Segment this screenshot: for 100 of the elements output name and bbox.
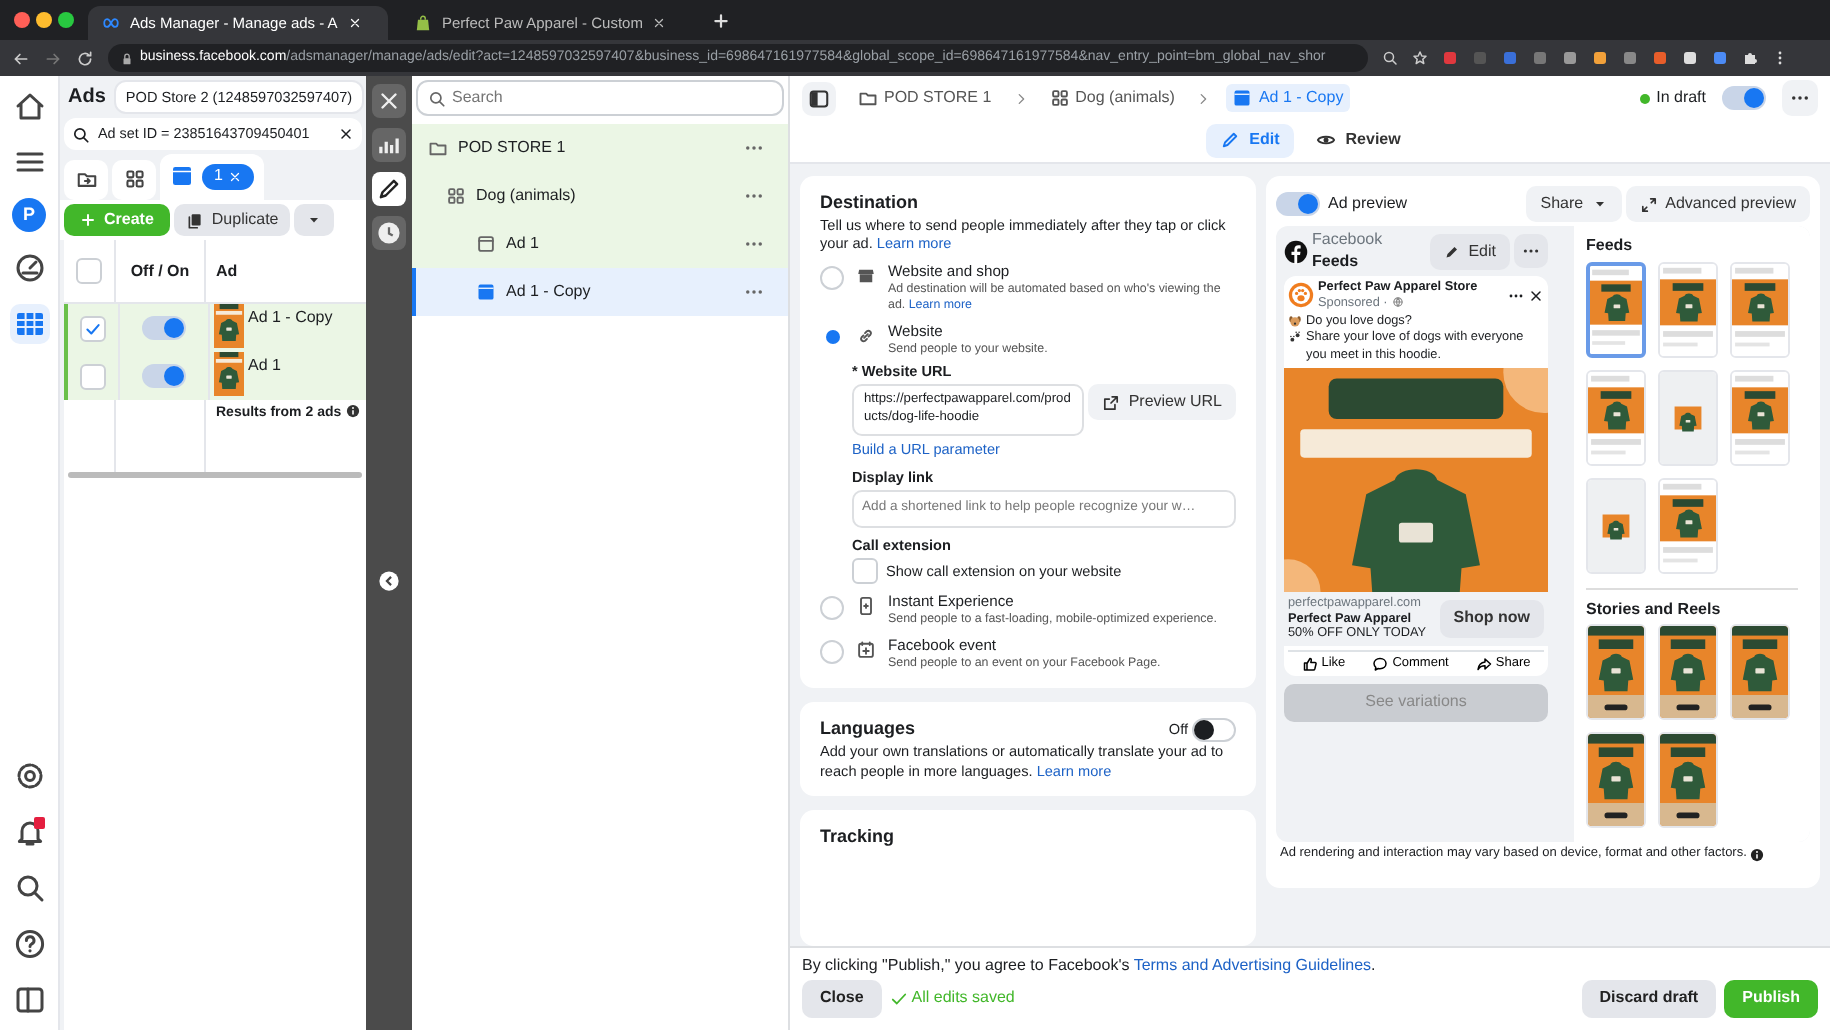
row-checkbox[interactable] — [80, 315, 106, 342]
row-checkbox[interactable] — [80, 363, 106, 390]
comment-icon — [1372, 656, 1389, 673]
toggle-switch[interactable] — [142, 316, 186, 341]
ad-icon — [476, 282, 496, 303]
campaigns-tab[interactable] — [64, 159, 108, 200]
mode-tab[interactable]: Review — [1301, 124, 1415, 158]
info-icon[interactable] — [1750, 848, 1765, 863]
reload-icon[interactable] — [76, 49, 94, 67]
share-icon — [1475, 656, 1492, 673]
section-title: Destination — [820, 192, 921, 216]
pencil-icon — [1444, 243, 1461, 260]
edit-button[interactable]: Edit — [1430, 233, 1510, 270]
section-title: Tracking — [820, 826, 897, 850]
placement-label: Feeds — [1312, 251, 1361, 273]
breadcrumb[interactable]: Dog (animals) — [1043, 83, 1181, 113]
grid-icon — [123, 168, 145, 191]
lock-icon — [120, 51, 134, 65]
column-header: Off / On — [130, 261, 190, 282]
phone-icon — [856, 596, 876, 617]
outline-item[interactable]: Dog (animals) — [412, 172, 788, 221]
sidebar-icon — [13, 984, 45, 1016]
status-dot — [1640, 93, 1651, 103]
toggle-switch[interactable] — [1276, 192, 1320, 217]
history-button[interactable] — [372, 216, 406, 250]
check-icon — [889, 990, 908, 1009]
dog-icon — [1288, 313, 1302, 328]
share-button[interactable]: Share — [1526, 186, 1622, 223]
toggle-switch[interactable] — [1192, 718, 1236, 743]
preview-url-button[interactable]: Preview URL — [1088, 384, 1236, 421]
collapse-icon[interactable] — [378, 570, 400, 592]
selection-count[interactable]: 1 — [202, 164, 255, 190]
ad-name[interactable]: Ad 1 - Copy — [248, 304, 333, 330]
favicon-icon — [102, 14, 120, 32]
clear-icon[interactable] — [338, 126, 354, 143]
close-button[interactable]: Close — [802, 980, 882, 1018]
select-all-checkbox[interactable] — [76, 258, 102, 285]
search-icon — [428, 90, 446, 108]
pencil-icon — [376, 176, 402, 202]
breadcrumb[interactable]: POD STORE 1 — [852, 83, 998, 113]
bell-icon — [13, 816, 45, 848]
breadcrumb[interactable]: Ad 1 - Copy — [1226, 83, 1350, 113]
close-icon[interactable] — [1528, 287, 1544, 304]
outline-item[interactable]: Ad 1 — [412, 220, 788, 269]
ad-icon — [170, 164, 194, 189]
more-button[interactable] — [1782, 80, 1818, 116]
scrollbar[interactable] — [68, 472, 362, 479]
terms-link[interactable]: Terms and Advertising Guidelines — [1133, 956, 1372, 974]
column-header: Ad — [216, 261, 238, 282]
shop-now-button[interactable]: Shop now — [1439, 600, 1544, 638]
search-icon — [13, 872, 45, 904]
ads-tab[interactable]: 1 — [160, 153, 265, 200]
edit-button[interactable] — [372, 172, 406, 206]
toggle-switch[interactable] — [1722, 86, 1766, 110]
ad-name[interactable]: Ad 1 — [248, 352, 281, 378]
discard-draft-button[interactable]: Discard draft — [1581, 980, 1717, 1018]
group-title: Stories and Reels — [1586, 599, 1723, 621]
advanced-preview-button[interactable]: Advanced preview — [1625, 186, 1810, 223]
duplicate-button[interactable]: Duplicate — [173, 203, 291, 237]
chart-button[interactable] — [372, 128, 406, 162]
back-icon[interactable] — [12, 49, 30, 67]
mode-tab[interactable]: Edit — [1205, 124, 1294, 158]
settings-icon — [13, 760, 45, 792]
zoom-icon[interactable] — [1382, 50, 1398, 66]
info-icon[interactable] — [345, 404, 360, 419]
globe-icon — [1391, 296, 1404, 309]
favicon-icon — [414, 14, 432, 32]
toggle-switch[interactable] — [142, 364, 186, 389]
extensions-icon[interactable] — [1742, 50, 1758, 66]
search-icon — [72, 125, 90, 144]
sidebar-icon — [808, 87, 830, 109]
radio-button[interactable] — [820, 265, 844, 290]
chevron-icon — [1013, 91, 1028, 105]
forward-icon[interactable] — [44, 49, 62, 67]
close-icon[interactable] — [652, 16, 667, 30]
logo-icon — [1284, 239, 1308, 264]
panel-toggle-button[interactable] — [802, 81, 836, 115]
external-link-icon — [1102, 393, 1121, 412]
radio-button[interactable] — [820, 596, 844, 621]
placement-thumbnail[interactable] — [1586, 261, 1646, 358]
pencil-icon — [1219, 130, 1240, 151]
save-status: All edits saved — [911, 988, 1015, 1010]
status-label: In draft — [1656, 87, 1706, 109]
ad-icon — [1232, 87, 1253, 108]
table-button[interactable] — [9, 304, 49, 344]
close-button[interactable] — [372, 84, 406, 118]
search-field[interactable]: Search — [416, 80, 784, 117]
outline-item[interactable]: Ad 1 - Copy — [412, 268, 788, 317]
new-tab-icon[interactable] — [712, 11, 730, 29]
gauge-icon — [13, 252, 45, 284]
ad-sets-tab[interactable] — [112, 159, 156, 200]
avatar[interactable]: P — [12, 198, 46, 232]
outline-item[interactable]: POD STORE 1 — [412, 124, 788, 173]
grid-icon — [1049, 87, 1070, 108]
radio-button[interactable] — [820, 640, 844, 665]
platform-label: Facebook — [1312, 230, 1385, 252]
checkbox[interactable] — [852, 558, 878, 585]
expand-icon — [1639, 195, 1658, 214]
close-icon — [376, 88, 402, 114]
bookmark-icon[interactable] — [1412, 50, 1428, 66]
